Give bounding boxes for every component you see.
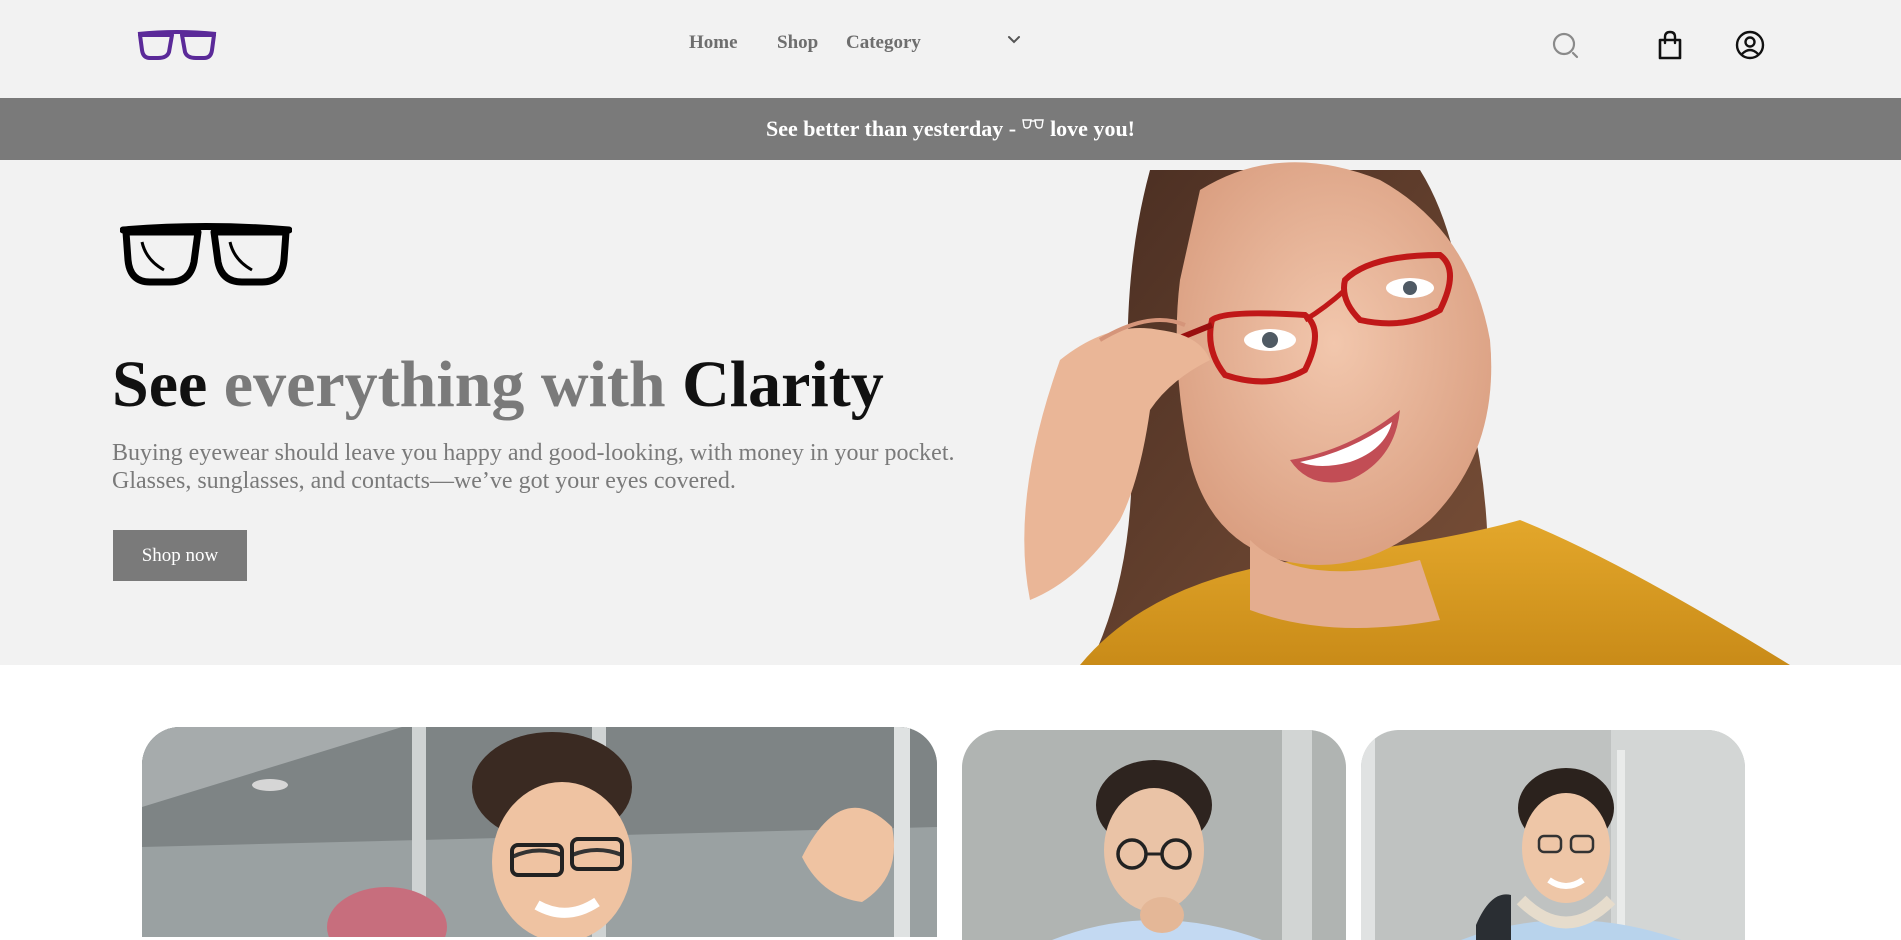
hero-subtitle: Buying eyewear should leave you happy an… (112, 439, 1012, 495)
woman-with-red-glasses-photo (1000, 160, 1901, 665)
site-header: Home Shop Category (0, 0, 1901, 98)
chevron-down-icon[interactable] (1005, 31, 1023, 49)
hero-title-everything-with: everything with (223, 348, 666, 421)
hero-subtitle-line-2: Glasses, sunglasses, and contacts—we’ve … (112, 468, 736, 494)
nav-category-dropdown[interactable]: Category (846, 30, 921, 56)
announcement-text-end: love you! (1050, 116, 1136, 141)
glasses-emoji-icon (1022, 119, 1044, 129)
gallery-section (0, 665, 1901, 940)
couple-with-glasses-photo[interactable] (142, 727, 937, 937)
hero-title-clarity: Clarity (682, 348, 884, 421)
announcement-bar: See better than yesterday - love you! (0, 98, 1901, 160)
hero-subtitle-line-1: Buying eyewear should leave you happy an… (112, 440, 955, 466)
nav-shop-link[interactable]: Shop (777, 30, 818, 56)
announcement-text-start: See better than yesterday - (765, 116, 1017, 141)
search-icon[interactable] (1551, 30, 1581, 60)
hero-title-see: See (112, 348, 208, 421)
eyeglasses-icon (120, 223, 292, 286)
man-with-round-glasses-photo[interactable] (962, 730, 1346, 940)
user-account-icon[interactable] (1735, 30, 1765, 60)
man-with-headphones-photo[interactable] (1361, 730, 1745, 940)
eyeglasses-logo-icon[interactable] (136, 28, 218, 62)
nav-home-link[interactable]: Home (689, 30, 738, 56)
shop-now-button[interactable]: Shop now (113, 530, 247, 581)
shopping-bag-icon[interactable] (1655, 30, 1685, 60)
hero-title: See everything with Clarity (112, 352, 884, 418)
hero-section: See everything with Clarity Buying eyewe… (0, 160, 1901, 665)
